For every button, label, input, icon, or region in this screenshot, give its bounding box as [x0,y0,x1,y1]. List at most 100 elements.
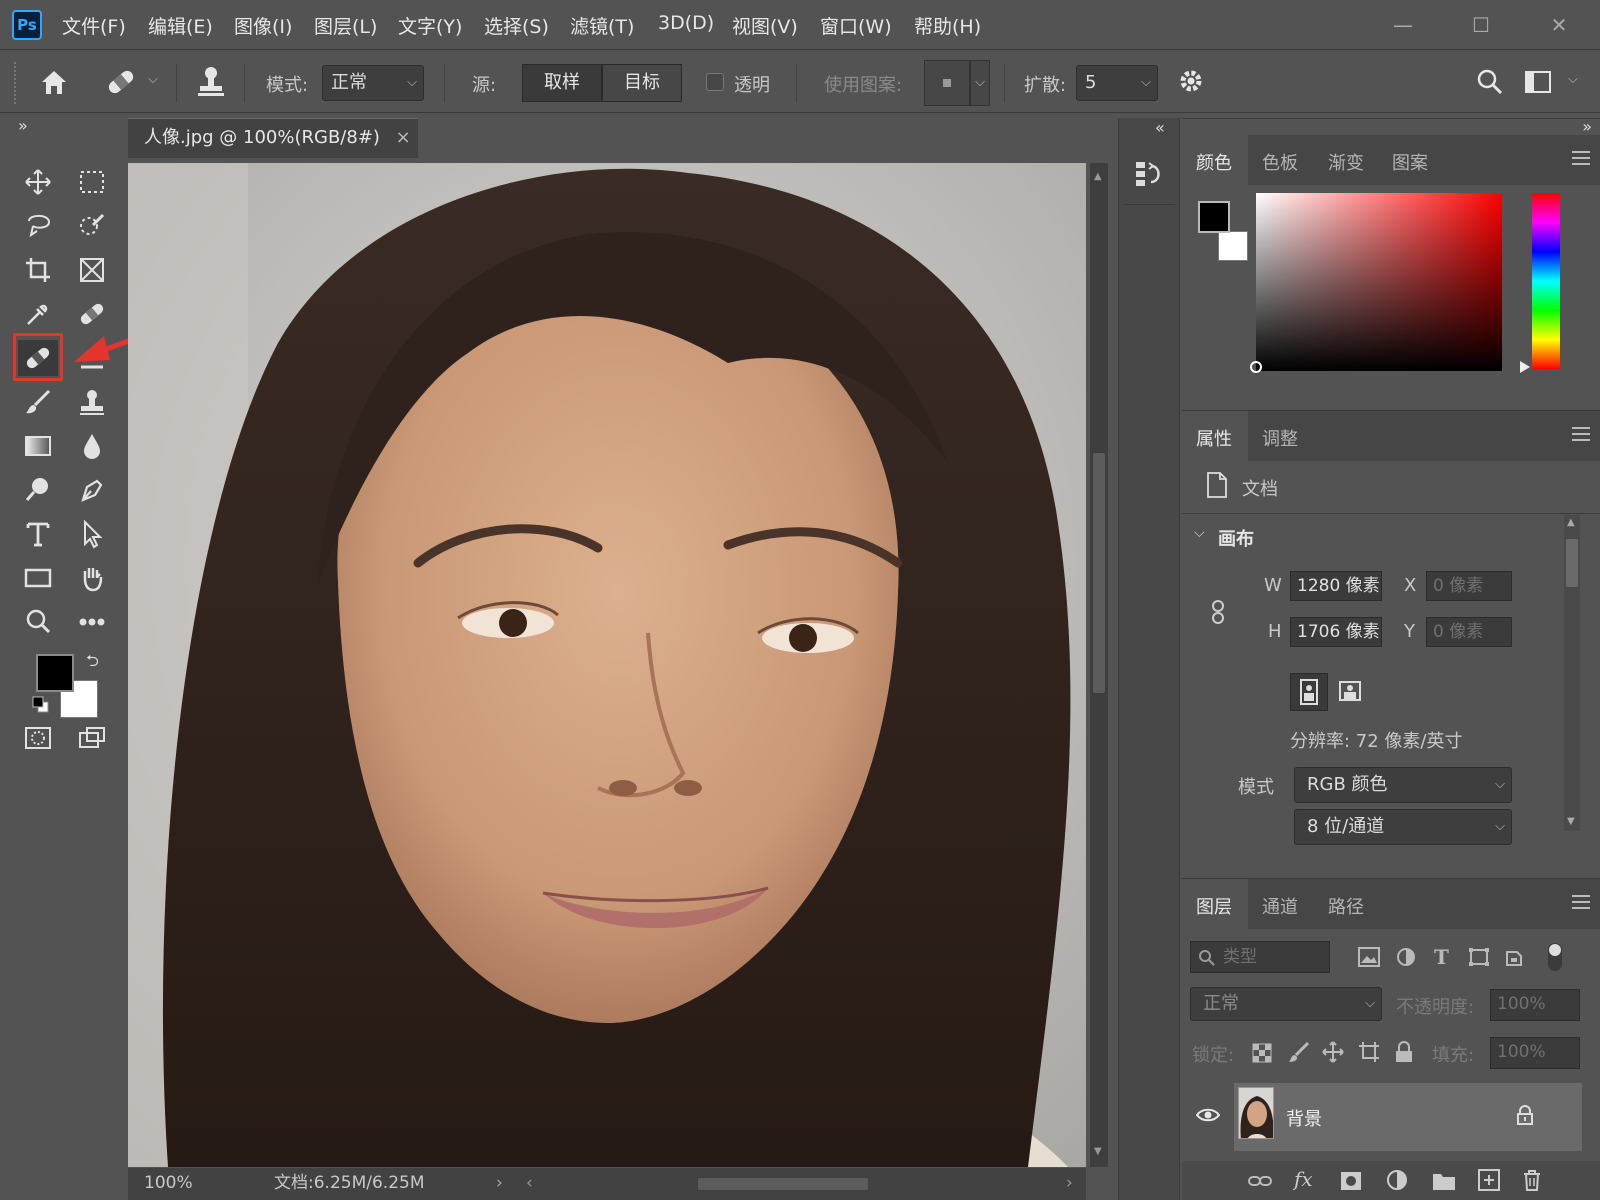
color-panel-foreground-swatch[interactable] [1198,201,1230,233]
brush-tool-icon[interactable] [18,384,58,420]
canvas-section-title[interactable]: 画布 [1218,525,1254,551]
new-layer-icon[interactable] [1478,1169,1500,1191]
link-layers-icon[interactable] [1248,1171,1272,1191]
properties-panel-menu-icon[interactable] [1572,427,1590,441]
frame-tool-icon[interactable] [72,252,112,288]
swap-colors-icon[interactable]: ⮌ [86,650,99,677]
path-selection-tool-icon[interactable] [72,516,112,552]
pen-tool-icon[interactable] [72,472,112,508]
settings-gear-icon[interactable] [1178,68,1206,96]
menu-file[interactable]: 文件(F) [62,12,126,39]
history-panel-icon[interactable] [1133,158,1165,190]
scroll-left-icon[interactable]: ‹ [526,1168,533,1198]
document-tab[interactable]: 人像.jpg @ 100%(RGB/8#) × [128,118,418,158]
bit-depth-dropdown[interactable]: 8 位/通道 ⌵ [1294,809,1512,845]
width-input[interactable]: 1280 像素 [1290,571,1382,601]
home-icon[interactable] [38,66,70,98]
menu-help[interactable]: 帮助(H) [914,12,981,39]
layer-thumbnail[interactable] [1238,1087,1274,1139]
document-canvas[interactable] [128,163,1086,1167]
close-button[interactable]: ✕ [1546,12,1572,38]
x-input[interactable]: 0 像素 [1426,571,1512,601]
scroll-right-icon[interactable]: › [1066,1168,1073,1198]
collapse-left-icon[interactable]: « [1155,118,1165,137]
height-input[interactable]: 1706 像素 [1290,617,1382,647]
source-sample-button[interactable]: 取样 [522,64,602,102]
status-expand-icon[interactable]: › [496,1168,503,1198]
lasso-tool-icon[interactable] [18,208,58,244]
link-dimensions-icon[interactable] [1210,599,1226,625]
scroll-down-icon[interactable]: ▼ [1094,1146,1102,1157]
new-adjustment-layer-icon[interactable] [1386,1169,1408,1191]
horizontal-scroll-thumb[interactable] [698,1178,868,1190]
layers-panel-menu-icon[interactable] [1572,895,1590,909]
lock-pixels-brush-icon[interactable] [1288,1041,1310,1063]
visibility-eye-icon[interactable] [1196,1107,1220,1123]
blend-mode-dropdown[interactable]: 正常 ⌵ [1190,987,1382,1021]
filter-adjustment-layer-icon[interactable] [1396,947,1416,967]
tab-swatches[interactable]: 色板 [1262,149,1298,175]
diffusion-input[interactable]: 5 ⌵ [1076,65,1158,101]
type-tool-icon[interactable] [18,516,58,552]
filter-pixel-layer-icon[interactable] [1358,947,1380,967]
workspace-icon[interactable] [1524,70,1552,94]
default-colors-icon[interactable] [32,696,50,714]
filter-shape-layer-icon[interactable] [1468,947,1490,967]
clone-stamp-tool-icon[interactable] [72,384,112,420]
collapse-right-icon[interactable]: » [1582,117,1592,136]
opacity-input[interactable]: 100% [1490,989,1580,1021]
move-tool-icon[interactable] [18,164,58,200]
foreground-color-swatch[interactable] [36,654,74,692]
menu-image[interactable]: 图像(I) [234,12,292,39]
zoom-tool-icon[interactable] [18,604,58,640]
close-tab-icon[interactable]: × [396,127,411,148]
filter-type-layer-icon[interactable]: T [1434,945,1449,969]
lock-all-icon[interactable] [1394,1041,1414,1063]
healing-brush-tool-preset-icon[interactable] [104,66,138,98]
tab-color[interactable]: 颜色 [1196,149,1232,175]
workspace-chevron-down-icon[interactable]: ⌵ [1568,72,1578,87]
eyedropper-tool-icon[interactable] [18,296,58,332]
menu-filter[interactable]: 滤镜(T) [570,12,634,39]
menu-select[interactable]: 选择(S) [484,12,549,39]
minimize-button[interactable]: — [1390,12,1416,38]
color-panel-background-swatch[interactable] [1218,231,1248,261]
pattern-chevron-down-icon[interactable]: ⌵ [970,60,990,106]
tab-patterns[interactable]: 图案 [1392,149,1428,175]
filter-smart-object-icon[interactable] [1504,947,1524,967]
menu-window[interactable]: 窗口(W) [820,12,892,39]
fill-input[interactable]: 100% [1490,1037,1580,1069]
properties-scroll-thumb[interactable] [1566,539,1578,587]
vertical-scroll-thumb[interactable] [1093,453,1105,693]
screen-mode-icon[interactable] [72,720,112,756]
color-picker-cursor[interactable] [1250,361,1262,373]
menu-edit[interactable]: 编辑(E) [148,12,213,39]
lock-position-icon[interactable] [1322,1041,1344,1063]
y-input[interactable]: 0 像素 [1426,617,1512,647]
zoom-level[interactable]: 100% [144,1168,193,1198]
layer-name[interactable]: 背景 [1286,1105,1322,1131]
document-size-info[interactable]: 文档:6.25M/6.25M [274,1168,425,1198]
quick-selection-tool-icon[interactable] [72,208,112,244]
color-panel-menu-icon[interactable] [1572,151,1590,165]
tab-channels[interactable]: 通道 [1262,893,1298,919]
search-icon[interactable] [1476,68,1504,96]
menu-3d[interactable]: 3D(D) [658,12,714,34]
layer-style-fx-icon[interactable]: fx [1294,1167,1313,1191]
hand-tool-icon[interactable] [72,560,112,596]
lock-transparency-icon[interactable] [1252,1043,1272,1063]
quick-mask-icon[interactable] [18,720,58,756]
rectangle-tool-icon[interactable] [18,560,58,596]
healing-brush-tool-icon[interactable] [18,340,58,376]
source-target-button[interactable]: 目标 [602,64,682,102]
mode-dropdown[interactable]: 正常 ⌵ [322,65,424,101]
new-group-folder-icon[interactable] [1432,1171,1456,1191]
properties-scrollbar[interactable]: ▲ ▼ [1564,515,1580,831]
portrait-orientation-icon[interactable] [1290,673,1328,711]
section-chevron-down-icon[interactable]: ⌵ [1194,525,1205,541]
tab-properties[interactable]: 属性 [1196,425,1232,451]
hue-slider-handle[interactable] [1520,361,1530,373]
menu-type[interactable]: 文字(Y) [398,12,462,39]
tab-layers[interactable]: 图层 [1196,893,1232,919]
blur-tool-icon[interactable] [72,428,112,464]
